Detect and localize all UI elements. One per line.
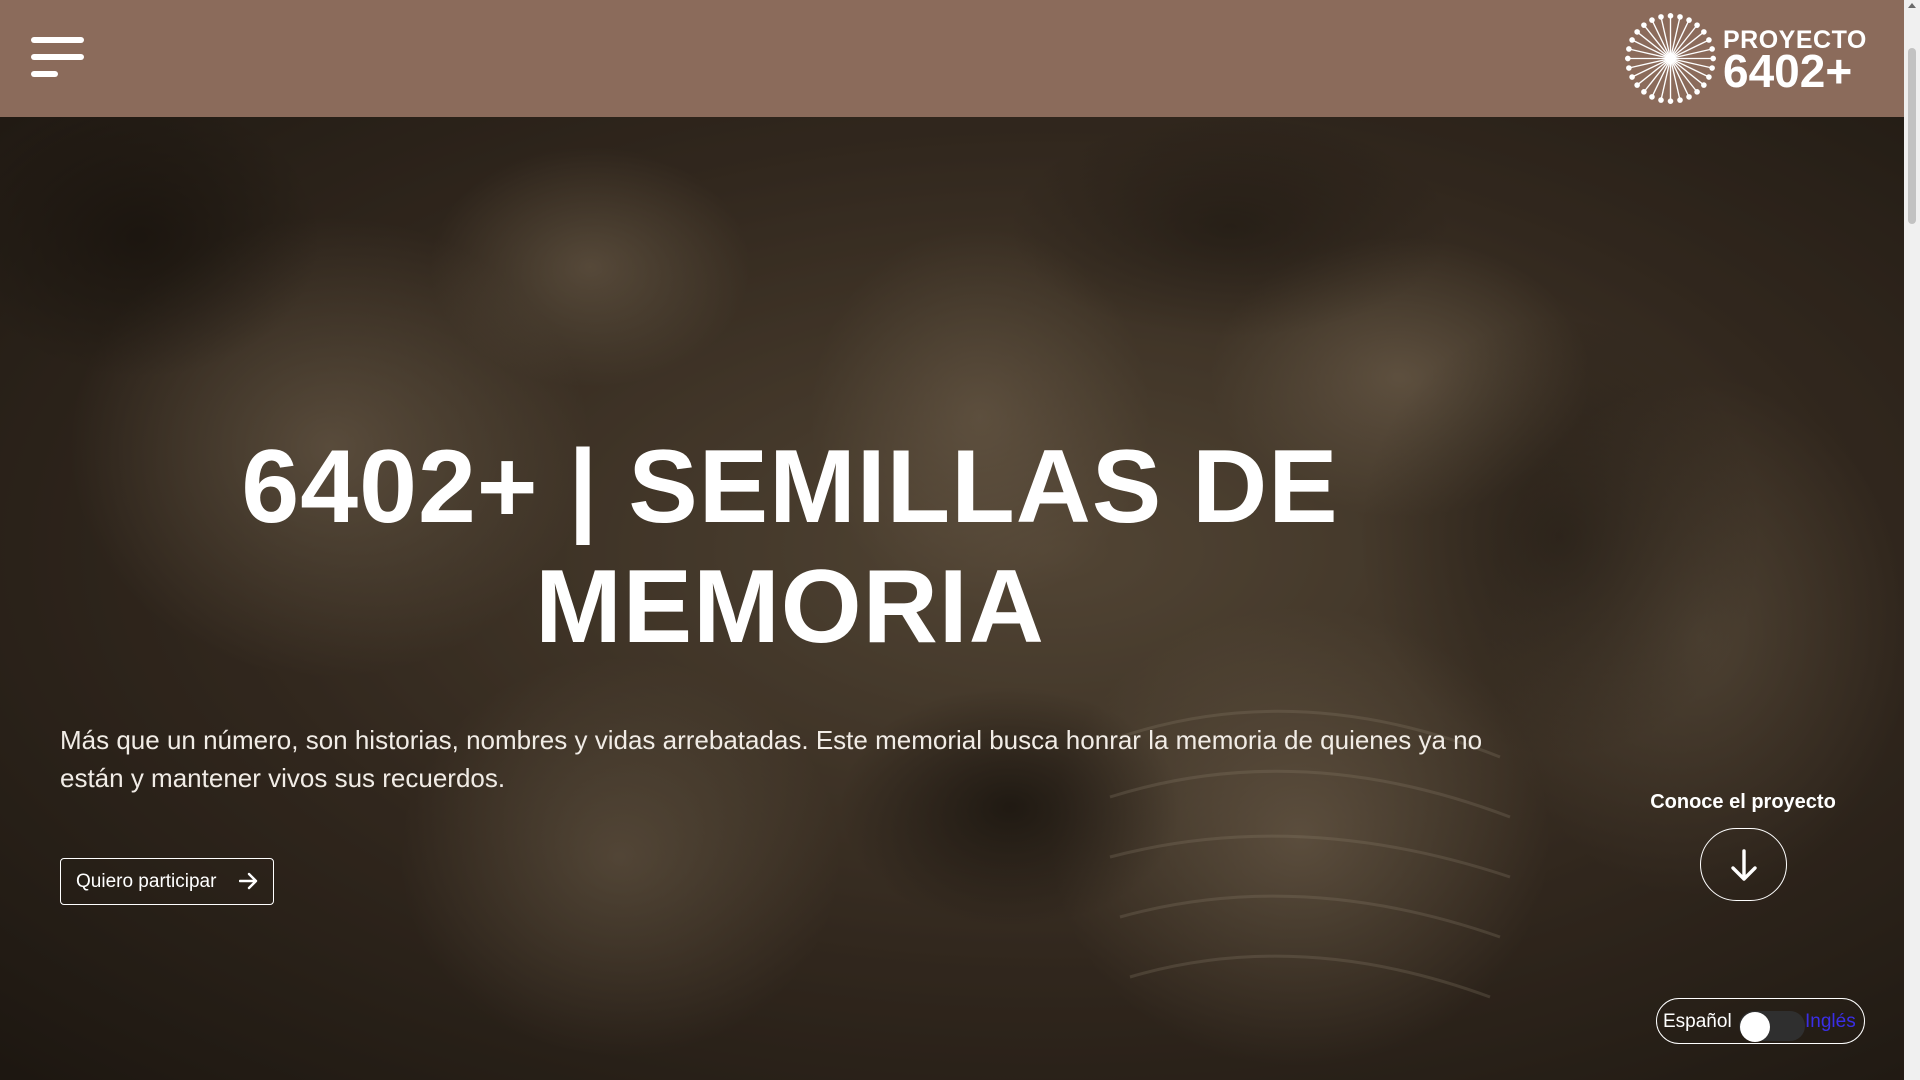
hamburger-menu-icon[interactable] bbox=[31, 37, 85, 79]
know-project-label: Conoce el proyecto bbox=[1650, 791, 1836, 813]
menu-line bbox=[31, 54, 84, 60]
vertical-scrollbar[interactable] bbox=[1904, 0, 1920, 1080]
arrow-right-icon bbox=[239, 872, 258, 890]
toggle-knob bbox=[1740, 1012, 1770, 1042]
scroll-up-arrow-icon[interactable] bbox=[1908, 3, 1916, 8]
participate-button[interactable]: Quiero participar bbox=[60, 858, 274, 905]
language-option-english[interactable]: Inglés bbox=[1805, 1011, 1856, 1033]
menu-line bbox=[31, 71, 58, 77]
hero-title: 6402+ | SEMILLAS DE MEMORIA bbox=[241, 429, 1339, 665]
top-navbar: PROYECTO 6402+ bbox=[0, 0, 1904, 117]
scroll-down-button[interactable] bbox=[1700, 828, 1787, 901]
logo-text-number: 6402+ bbox=[1723, 45, 1853, 97]
language-option-spanish[interactable]: Español bbox=[1663, 1011, 1732, 1033]
arrow-down-icon bbox=[1731, 849, 1757, 881]
site-logo[interactable]: PROYECTO 6402+ bbox=[1622, 10, 1884, 107]
hero-description: Más que un número, son historias, nombre… bbox=[60, 725, 1483, 793]
language-switcher: Español Inglés bbox=[1656, 998, 1865, 1044]
participate-button-label: Quiero participar bbox=[76, 870, 217, 892]
menu-line bbox=[31, 37, 84, 43]
dandelion-icon bbox=[1625, 13, 1716, 104]
hero-section: 6402+ | SEMILLAS DE MEMORIA Más que un n… bbox=[0, 117, 1904, 1080]
language-toggle[interactable] bbox=[1739, 1011, 1805, 1042]
scrollbar-thumb[interactable] bbox=[1908, 48, 1916, 224]
